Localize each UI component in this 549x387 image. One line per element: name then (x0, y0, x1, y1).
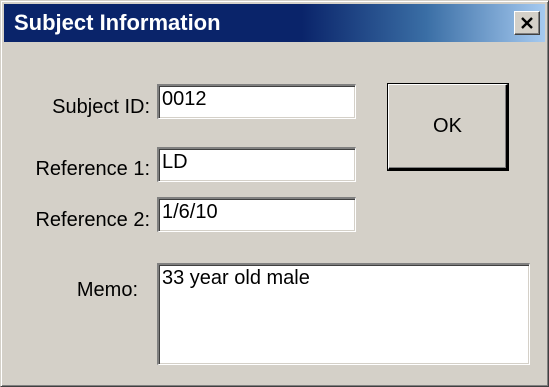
reference-2-label: Reference 2: (35, 209, 150, 231)
memo-label: Memo: (76, 279, 138, 301)
subject-id-field[interactable]: 0012 (157, 84, 356, 119)
subject-information-dialog: Subject Information Subject ID: 0012 Ref… (0, 0, 549, 387)
reference-2-field[interactable]: 1/6/10 (157, 197, 356, 232)
title-bar[interactable]: Subject Information (4, 4, 545, 42)
reference-1-label: Reference 1: (35, 158, 150, 180)
ok-button-label: OK (433, 115, 462, 137)
ok-button[interactable]: OK (388, 84, 508, 170)
window-title: Subject Information (14, 10, 221, 35)
close-icon (521, 17, 533, 29)
subject-id-label: Subject ID: (52, 96, 150, 118)
memo-field[interactable]: 33 year old male (157, 263, 530, 365)
close-button[interactable] (514, 11, 540, 35)
reference-1-field[interactable]: LD (157, 147, 356, 182)
